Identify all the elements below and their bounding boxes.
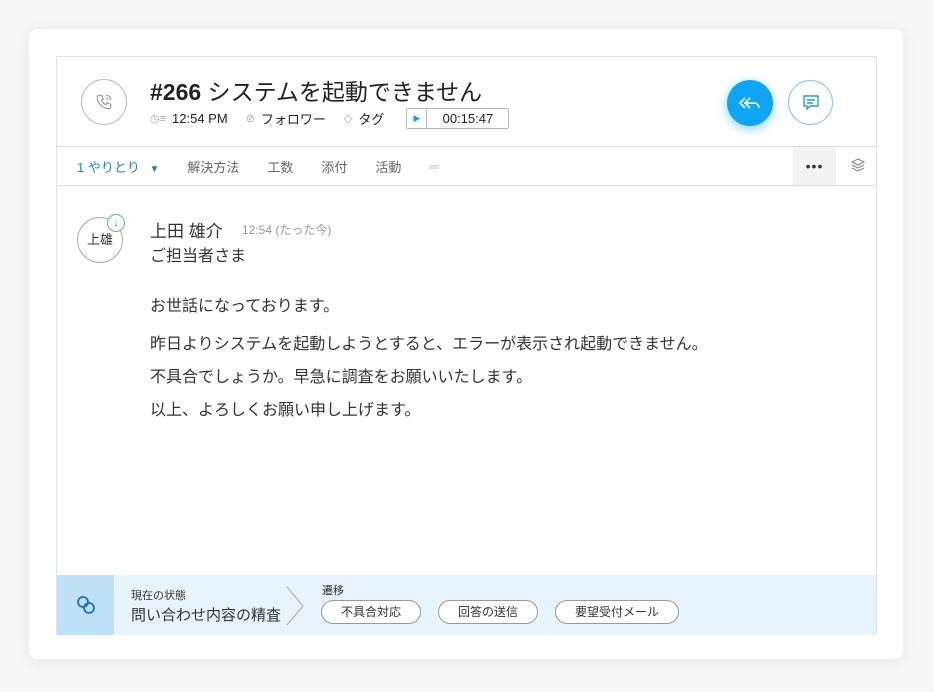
transition-button[interactable]: 不具合対応 [321,600,422,624]
check-circle-icon: ⊘ [245,113,255,125]
ticket-time: 12:54 PM [172,111,228,126]
tab-overflow-icon[interactable]: ═ [429,159,438,174]
ticket-subject: システムを起動できません [207,79,483,105]
message-line: 以上、よろしくお願い申し上げます。 [150,402,421,419]
transition-buttons: 不具合対応 回答の送信 要望受付メール [321,600,696,624]
tag-label: タグ [358,112,385,127]
message-time: 12:54 (たった今) [242,223,332,237]
current-status-label: 現在の状態 [131,590,186,602]
ticket-meta: ◷≡ 12:54 PM ⊘ フォロワー ◇ タグ ▶ 00:15:47 [150,108,510,129]
tab-conversations[interactable]: 1 やりとり ▼ [77,157,159,176]
follower-button[interactable]: ⊘ フォロワー [246,109,326,128]
reply-all-button[interactable] [727,80,773,126]
tab-bar: 1 やりとり ▼ 解決方法 工数 添付 活動 ═ ••• [57,147,876,186]
message-line: 昨日よりシステムを起動しようとすると、エラーが表示され起動できません。 [150,336,708,353]
message-line: 不具合でしょうか。早急に調査をお願いいたします。 [150,369,533,386]
caret-down-icon: ▼ [149,163,160,175]
more-button[interactable]: ••• [793,147,836,185]
ticket-header: #266 システムを起動できません ◷≡ 12:54 PM ⊘ フォロワー ◇ タグ … [57,57,876,147]
ticket-number: #266 [150,79,202,105]
message-line: お世話になっております。 [150,298,340,315]
tab-worktime[interactable]: 工数 [267,157,293,176]
tab-label: 1 やりとり [77,159,140,175]
play-icon[interactable]: ▶ [407,109,428,128]
status-bar: 現在の状態 問い合わせ内容の精査 遷移 不具合対応 回答の送信 要望受付メール [57,575,876,635]
message-line: ご担当者さま [150,248,247,265]
timer-value: 00:15:47 [442,111,494,126]
transition-label: 遷移 [322,585,344,597]
tag-icon: ◇ [343,113,353,125]
clock-icon: ◷≡ [150,113,167,125]
tab-attachments[interactable]: 添付 [321,157,347,176]
transition-button[interactable]: 回答の送信 [438,600,539,624]
chevron-right-icon [286,586,304,626]
ticket-panel: #266 システムを起動できません ◷≡ 12:54 PM ⊘ フォロワー ◇ タグ … [56,56,877,635]
ticket-title: #266 システムを起動できません [150,73,482,107]
tab-resolution[interactable]: 解決方法 [187,157,239,176]
layers-icon[interactable] [850,157,866,176]
follower-label: フォロワー [260,112,326,127]
sender-name: 上田 雄介 [150,222,223,241]
phone-icon [81,79,127,125]
reply-all-icon [738,97,760,109]
tag-button[interactable]: ◇ タグ [344,109,384,128]
timer: ▶ 00:15:47 [406,108,510,129]
message-body: ご担当者さま お世話になっております。 昨日よりシステムを起動しようとすると、エ… [150,244,708,427]
workflow-icon [57,575,114,635]
comment-button[interactable] [788,80,833,125]
incoming-arrow-icon: ↓ [107,214,125,232]
current-status-value: 問い合わせ内容の精査 [131,607,282,624]
comment-icon [802,94,819,111]
transition-button[interactable]: 要望受付メール [555,600,680,624]
tab-activity[interactable]: 活動 [375,157,401,176]
